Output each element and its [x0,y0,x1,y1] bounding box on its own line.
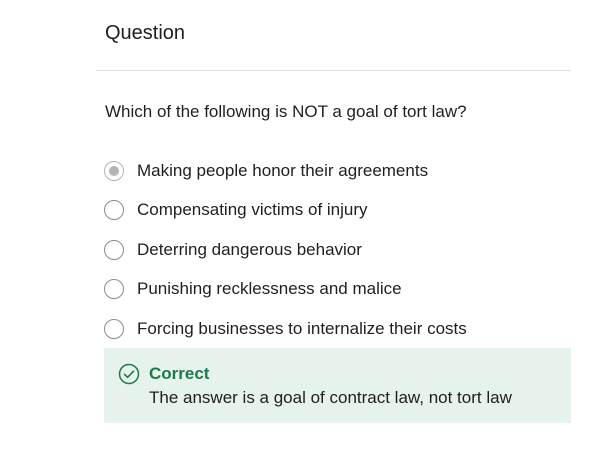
radio-button-selected[interactable] [104,160,124,181]
radio-button[interactable] [104,239,124,260]
radio-dot [109,165,119,176]
question-prompt: Which of the following is NOT a goal of … [105,102,467,121]
answer-option-label: Forcing businesses to internalize their … [137,318,467,338]
feedback-panel: Correct The answer is a goal of contract… [104,348,571,423]
radio-button[interactable] [104,318,124,339]
feedback-explanation: The answer is a goal of contract law, no… [149,388,512,407]
answer-option[interactable]: Forcing businesses to internalize their … [104,309,564,349]
answer-option-label: Punishing recklessness and malice [137,279,402,299]
answer-option[interactable]: Deterring dangerous behavior [104,230,564,270]
check-circle-icon [118,363,140,385]
answer-option-label: Making people honor their agreements [137,160,429,180]
question-heading: Question [105,22,186,44]
answer-option[interactable]: Making people honor their agreements [104,151,564,191]
radio-button[interactable] [104,200,124,221]
answer-option[interactable]: Compensating victims of injury [104,191,564,231]
answer-options: Making people honor their agreements Com… [104,151,564,349]
feedback-status: Correct [149,364,210,383]
answer-option-label: Compensating victims of injury [137,200,368,220]
radio-button[interactable] [104,279,124,300]
answer-option[interactable]: Punishing recklessness and malice [104,270,564,310]
answer-option-label: Deterring dangerous behavior [137,239,362,259]
divider [96,70,571,71]
question-card: Question Which of the following is NOT a… [96,0,571,462]
